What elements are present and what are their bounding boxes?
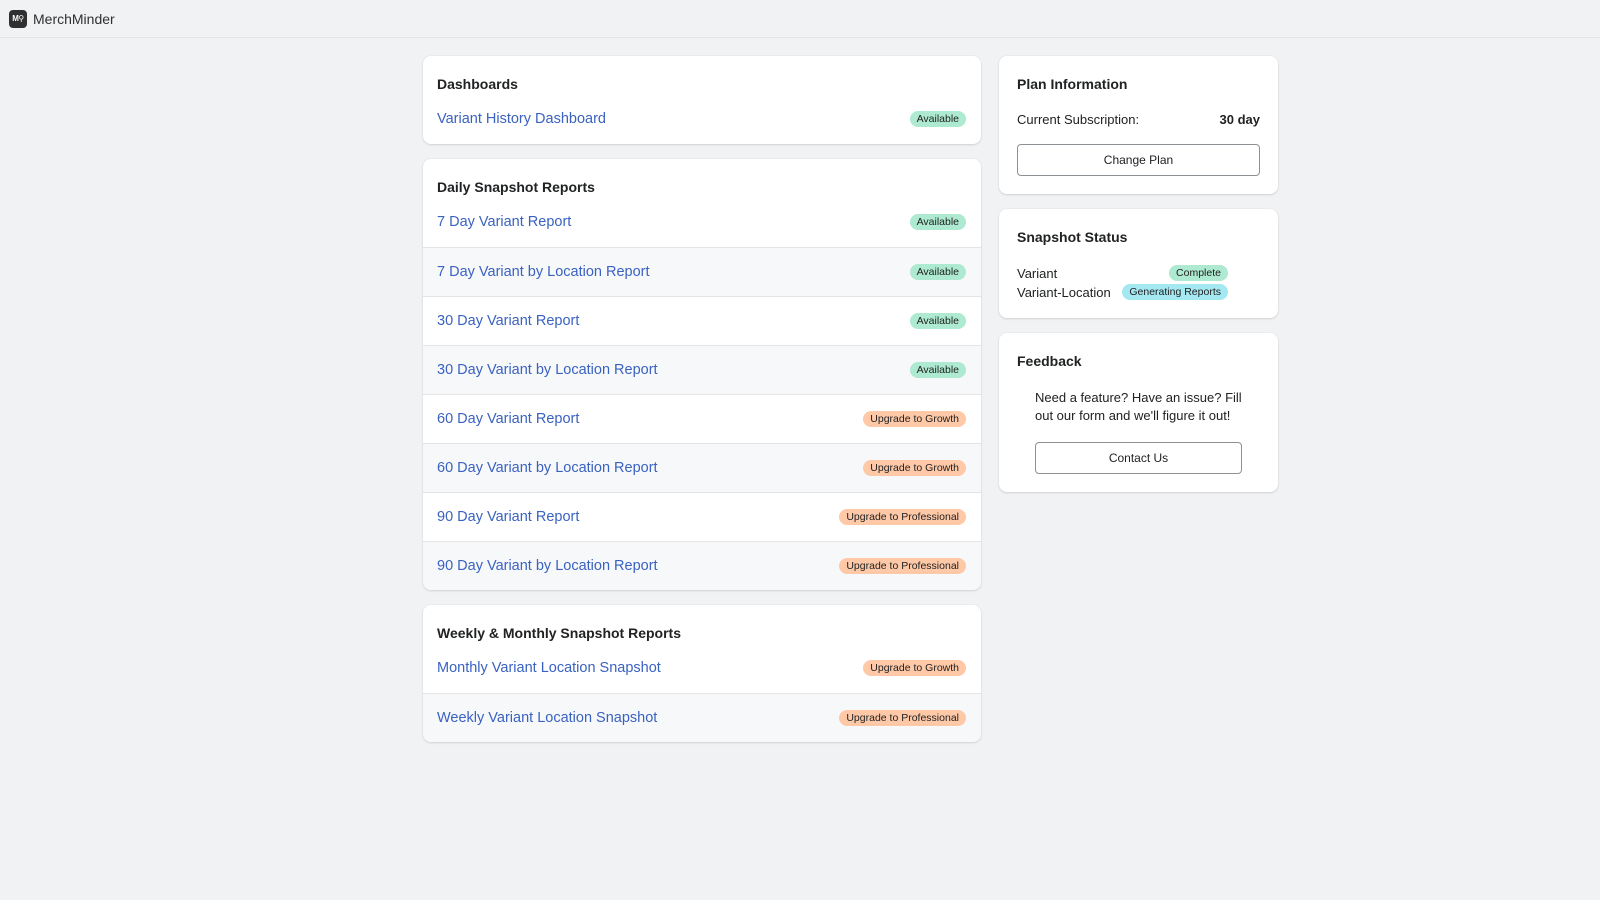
- plan-information-card: Plan Information Current Subscription: 3…: [999, 56, 1278, 194]
- sidebar-column: Plan Information Current Subscription: 3…: [999, 56, 1278, 742]
- list-item: 60 Day Variant by Location Report Upgrad…: [423, 443, 981, 492]
- report-link[interactable]: 30 Day Variant Report: [437, 313, 579, 329]
- status-badge: Complete: [1169, 265, 1228, 281]
- list-item: 60 Day Variant Report Upgrade to Growth: [423, 394, 981, 443]
- status-badge: Available: [909, 264, 966, 280]
- status-row-variant-location: Variant-Location Generating Reports: [1017, 284, 1228, 300]
- main-layout: Dashboards Variant History Dashboard Ava…: [423, 56, 1278, 742]
- snapshot-status-list: Variant Complete Variant-Location Genera…: [1017, 265, 1228, 300]
- report-link[interactable]: Monthly Variant Location Snapshot: [437, 660, 661, 676]
- list-item: 90 Day Variant Report Upgrade to Profess…: [423, 492, 981, 541]
- report-link[interactable]: 60 Day Variant Report: [437, 411, 579, 427]
- list-item: 30 Day Variant Report Available: [423, 296, 981, 345]
- subscription-row: Current Subscription: 30 day: [1017, 112, 1260, 127]
- list-item: 7 Day Variant by Location Report Availab…: [423, 247, 981, 296]
- daily-reports-card: Daily Snapshot Reports 7 Day Variant Rep…: [423, 159, 981, 590]
- app-name: MerchMinder: [33, 10, 115, 27]
- status-label: Variant-Location: [1017, 284, 1111, 300]
- snapshot-status-title: Snapshot Status: [1017, 229, 1128, 245]
- app-logo-icon: M⚲: [9, 9, 27, 28]
- reports-column: Dashboards Variant History Dashboard Ava…: [423, 56, 981, 742]
- weekly-monthly-reports-card: Weekly & Monthly Snapshot Reports Monthl…: [423, 605, 981, 742]
- report-link[interactable]: 90 Day Variant by Location Report: [437, 558, 658, 574]
- contact-us-button[interactable]: Contact Us: [1035, 442, 1242, 474]
- report-link[interactable]: 30 Day Variant by Location Report: [437, 362, 658, 378]
- report-link[interactable]: Weekly Variant Location Snapshot: [437, 710, 657, 726]
- dashboards-card: Dashboards Variant History Dashboard Ava…: [423, 56, 981, 144]
- status-row-variant: Variant Complete: [1017, 265, 1228, 281]
- upgrade-badge[interactable]: Upgrade to Professional: [839, 710, 966, 726]
- status-label: Variant: [1017, 265, 1058, 281]
- upgrade-badge[interactable]: Upgrade to Growth: [863, 411, 966, 427]
- dashboards-title: Dashboards: [437, 76, 518, 92]
- feedback-text: Need a feature? Have an issue? Fill out …: [1035, 390, 1242, 423]
- change-plan-button[interactable]: Change Plan: [1017, 144, 1260, 176]
- feedback-body: Need a feature? Have an issue? Fill out …: [1017, 389, 1260, 474]
- subscription-label: Current Subscription:: [1017, 112, 1140, 127]
- plan-information-title: Plan Information: [1017, 76, 1128, 92]
- list-item: 30 Day Variant by Location Report Availa…: [423, 345, 981, 394]
- daily-reports-title: Daily Snapshot Reports: [437, 179, 595, 195]
- upgrade-badge[interactable]: Upgrade to Growth: [863, 460, 966, 476]
- upgrade-badge[interactable]: Upgrade to Growth: [863, 660, 966, 676]
- report-link[interactable]: 7 Day Variant Report: [437, 214, 571, 230]
- top-bar: M⚲ MerchMinder: [0, 0, 1600, 38]
- status-badge: Available: [909, 313, 966, 329]
- status-badge: Available: [909, 362, 966, 378]
- upgrade-badge[interactable]: Upgrade to Professional: [839, 509, 966, 525]
- weekly-monthly-reports-title: Weekly & Monthly Snapshot Reports: [437, 625, 681, 641]
- report-link[interactable]: 7 Day Variant by Location Report: [437, 264, 650, 280]
- variant-history-dashboard-link[interactable]: Variant History Dashboard: [437, 111, 606, 127]
- list-item: 7 Day Variant Report Available: [423, 207, 981, 247]
- list-item: 90 Day Variant by Location Report Upgrad…: [423, 541, 981, 590]
- feedback-title: Feedback: [1017, 353, 1082, 369]
- list-item: Weekly Variant Location Snapshot Upgrade…: [423, 693, 981, 742]
- list-item: Monthly Variant Location Snapshot Upgrad…: [423, 653, 981, 693]
- status-badge: Available: [909, 214, 966, 230]
- report-link[interactable]: 90 Day Variant Report: [437, 509, 579, 525]
- status-badge: Generating Reports: [1122, 284, 1228, 300]
- feedback-card: Feedback Need a feature? Have an issue? …: [999, 333, 1278, 492]
- subscription-value: 30 day: [1219, 112, 1260, 127]
- upgrade-badge[interactable]: Upgrade to Professional: [839, 558, 966, 574]
- status-badge: Available: [909, 111, 966, 127]
- list-item: Variant History Dashboard Available: [423, 104, 981, 144]
- snapshot-status-card: Snapshot Status Variant Complete Variant…: [999, 209, 1278, 318]
- report-link[interactable]: 60 Day Variant by Location Report: [437, 460, 658, 476]
